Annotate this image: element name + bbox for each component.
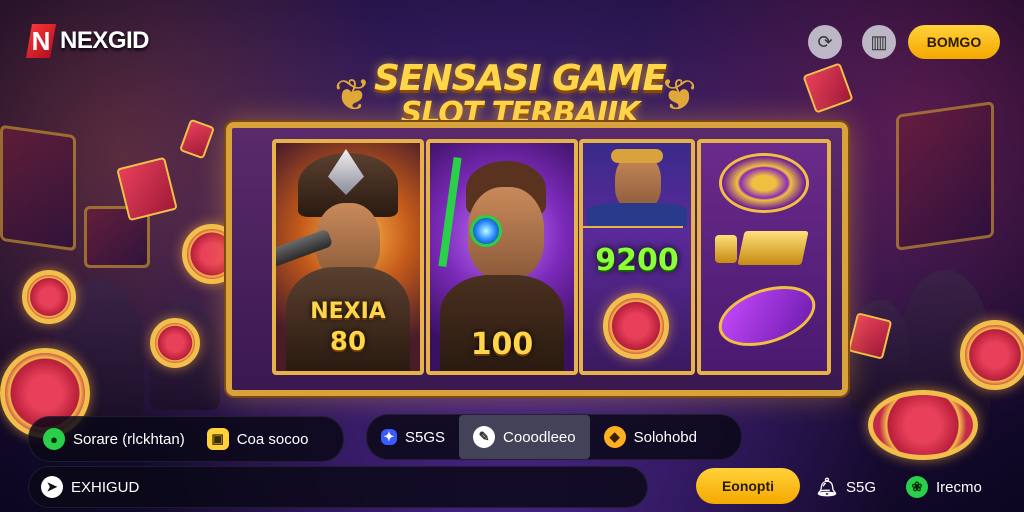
bottom-right-item-1[interactable]: 🔔︎ S5G: [816, 476, 876, 498]
reel-1[interactable]: NEXIA 80: [272, 139, 424, 375]
reel-4[interactable]: [697, 139, 831, 375]
bottom-status-bar[interactable]: ➤ EXHIGUD: [28, 466, 648, 508]
gift-icon[interactable]: ▥: [862, 25, 896, 59]
wallet-icon: ▣: [206, 428, 229, 450]
bottom-left-item-2[interactable]: ▣ Coa socoo: [206, 428, 309, 450]
bottom-middle-tabs: ✦ S5GS ✎ Cooodleeo ◆ Solohobd: [366, 414, 742, 460]
gold-trophy-icon: [715, 235, 737, 263]
title-line-1: SENSASI GAME: [373, 58, 667, 99]
background-screen-right: [896, 101, 994, 251]
bottom-left-item-2-label: Coa socoo: [236, 430, 309, 448]
reel-1-label-bottom: 80: [329, 327, 367, 357]
reel-3-value: 9200: [595, 243, 679, 278]
hero-body: [587, 203, 687, 227]
tab-1[interactable]: ✦ S5GS: [367, 415, 459, 459]
reel-2-label: 100: [470, 327, 534, 362]
chat-icon: ✎: [473, 426, 496, 448]
header-action-button[interactable]: BOMGO: [908, 25, 1000, 59]
bell-icon: 🔔︎: [815, 476, 839, 497]
tab-1-label: S5GS: [405, 428, 446, 446]
tab-3-label: Solohobd: [633, 428, 697, 446]
refresh-icon[interactable]: ⟳: [808, 25, 842, 59]
bottom-status-item: ➤ EXHIGUD: [41, 476, 139, 498]
trident-icon: [438, 156, 462, 268]
purple-chip-icon: [719, 153, 809, 213]
eye-lens-icon: [470, 215, 502, 247]
game-title: SENSASI GAME SLOT TERBAIIK: [330, 60, 710, 130]
location-icon: ●: [43, 428, 65, 450]
tab-2[interactable]: ✎ Cooodleeo: [459, 415, 590, 459]
reel-3-divider: [583, 226, 683, 228]
brand-name: NEXGID: [60, 27, 150, 54]
bottom-right-item-2-label: Irecmo: [936, 478, 982, 496]
chip-symbol-icon: [603, 293, 669, 359]
leaf-icon: ❀: [906, 476, 928, 498]
coin-icon: ◆: [603, 426, 626, 448]
brand-logo[interactable]: N NEXGID: [26, 24, 150, 58]
floating-chip: [150, 318, 200, 368]
puzzle-icon: ✦: [381, 429, 397, 445]
brand-mark-icon: N: [26, 24, 56, 58]
bottom-action-button[interactable]: Eonopti: [696, 468, 800, 504]
bottom-left-item-1-label: Sorare (rlckhtan): [73, 430, 185, 448]
reel-1-label-top: NEXIA: [310, 299, 386, 324]
bottom-left-bar: ● Sorare (rlckhtan) ▣ Coa socoo: [28, 416, 344, 462]
tab-3[interactable]: ◆ Solohobd: [590, 415, 711, 459]
floating-chip: [868, 390, 978, 460]
reel-2[interactable]: 100: [426, 139, 578, 375]
gold-bar-icon: [737, 231, 809, 265]
bottom-left-item-1[interactable]: ● Sorare (rlckhtan): [43, 428, 185, 450]
background-screen-left: [0, 124, 76, 252]
bottom-right-item-2[interactable]: ❀ Irecmo: [906, 476, 982, 498]
gem-icon: [711, 274, 823, 358]
brand-arrow-icon: ➤: [41, 476, 63, 498]
bottom-status-label: EXHIGUD: [71, 478, 140, 496]
reel-3[interactable]: 9200: [579, 139, 695, 375]
bottom-right-item-1-label: S5G: [846, 478, 877, 496]
tab-2-label: Cooodleeo: [503, 428, 576, 446]
floating-chip: [22, 270, 76, 324]
goggles-icon: [611, 149, 663, 163]
floating-chip: [960, 320, 1024, 390]
